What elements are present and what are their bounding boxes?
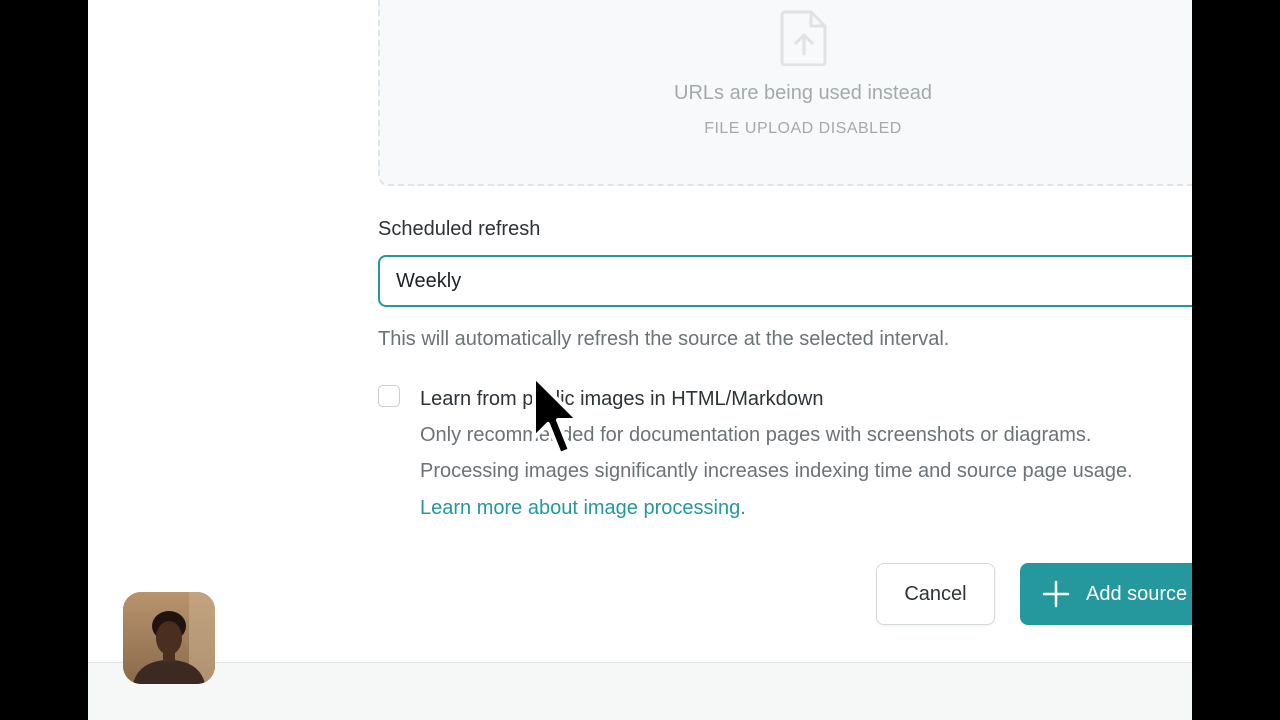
scheduled-refresh-value: Weekly — [396, 270, 462, 292]
learn-images-checkbox[interactable] — [378, 385, 400, 407]
mouse-cursor-icon — [532, 374, 580, 456]
image-processing-link-row: Learn more about image processing. — [420, 497, 746, 520]
file-upload-icon — [780, 10, 827, 66]
learn-images-label[interactable]: Learn from public images in HTML/Markdow… — [420, 388, 824, 411]
add-source-label: Add source — [1086, 582, 1188, 605]
scheduled-refresh-helper: This will automatically refresh the sour… — [378, 328, 950, 350]
dropzone-status: FILE UPLOAD DISABLED — [704, 120, 902, 137]
scheduled-refresh-select[interactable]: Weekly — [378, 255, 1192, 307]
learn-images-description-2: Processing images significantly increase… — [420, 460, 1133, 482]
modal-footer — [88, 662, 1192, 720]
presenter-video — [123, 592, 215, 684]
webcam-overlay — [123, 592, 215, 684]
file-dropzone: URLs are being used instead FILE UPLOAD … — [378, 0, 1192, 186]
link-suffix: . — [740, 497, 746, 519]
cancel-button[interactable]: Cancel — [876, 563, 995, 625]
plus-icon — [1042, 580, 1070, 608]
dropzone-message: URLs are being used instead — [674, 82, 932, 104]
learn-images-description-1: Only recommended for documentation pages… — [420, 424, 1092, 446]
modal-content: URLs are being used instead FILE UPLOAD … — [88, 0, 1192, 720]
image-processing-link[interactable]: Learn more about image processing — [420, 497, 740, 519]
add-source-button[interactable]: Add source — [1020, 563, 1192, 625]
scheduled-refresh-label: Scheduled refresh — [378, 218, 541, 240]
